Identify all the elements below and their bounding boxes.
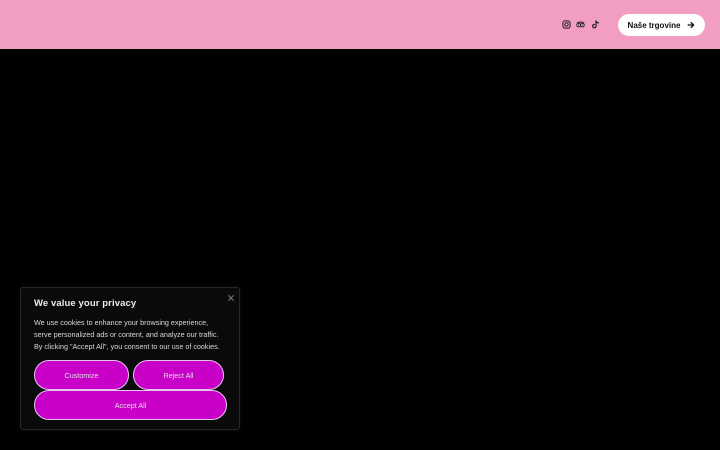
cookie-text-line: We use cookies to enhance your browsing … xyxy=(34,318,209,327)
our-stores-button[interactable]: Naše trgovine xyxy=(618,14,705,36)
cookie-text-line: By clicking "Accept All", you consent to… xyxy=(34,342,220,351)
cookie-text-line: serve personalized ads or content, and a… xyxy=(34,330,219,339)
cookie-banner-title: We value your privacy xyxy=(34,298,137,309)
tiktok-icon[interactable] xyxy=(589,18,602,31)
arrow-right-icon xyxy=(688,21,695,29)
site-header: Naše trgovine xyxy=(0,0,720,49)
cookie-consent-banner: We value your privacy We use cookies to … xyxy=(20,287,240,430)
customize-button[interactable]: Customize xyxy=(34,360,129,390)
our-stores-label: Naše trgovine xyxy=(627,20,681,30)
tripadvisor-icon[interactable] xyxy=(574,18,587,31)
reject-all-button[interactable]: Reject All xyxy=(133,360,224,390)
accept-all-button[interactable]: Accept All xyxy=(34,390,227,420)
close-icon[interactable] xyxy=(226,293,235,302)
instagram-icon[interactable] xyxy=(560,18,573,31)
cookie-banner-text: We use cookies to enhance your browsing … xyxy=(34,317,234,353)
